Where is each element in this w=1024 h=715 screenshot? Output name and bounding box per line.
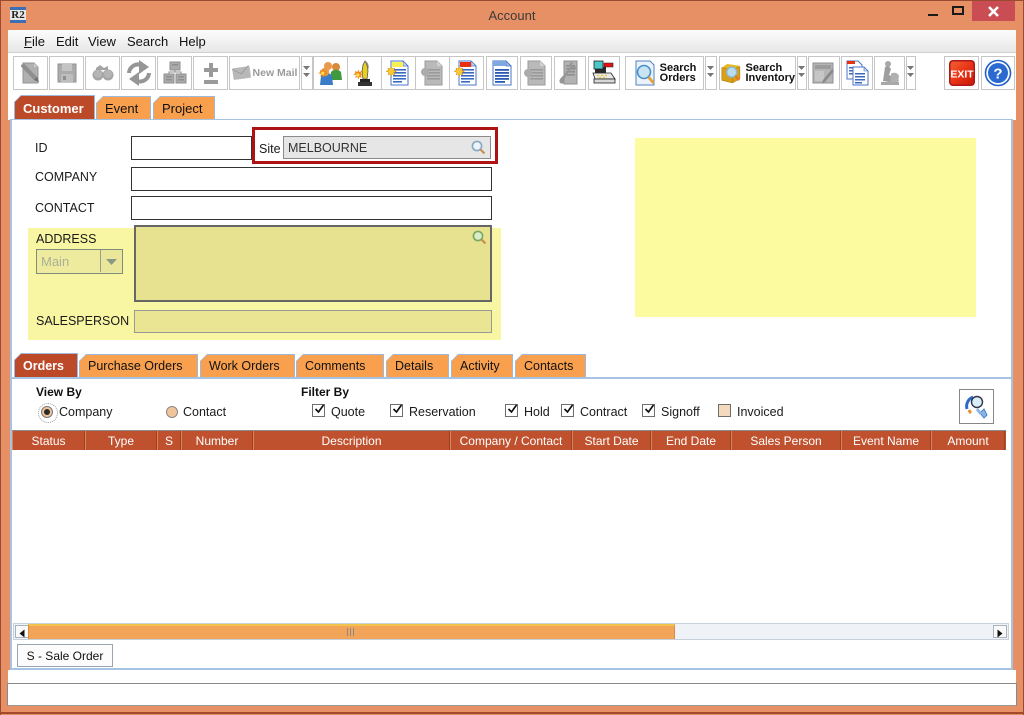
svg-text:EXIT: EXIT (950, 69, 974, 81)
svg-text:?: ? (993, 66, 1002, 83)
